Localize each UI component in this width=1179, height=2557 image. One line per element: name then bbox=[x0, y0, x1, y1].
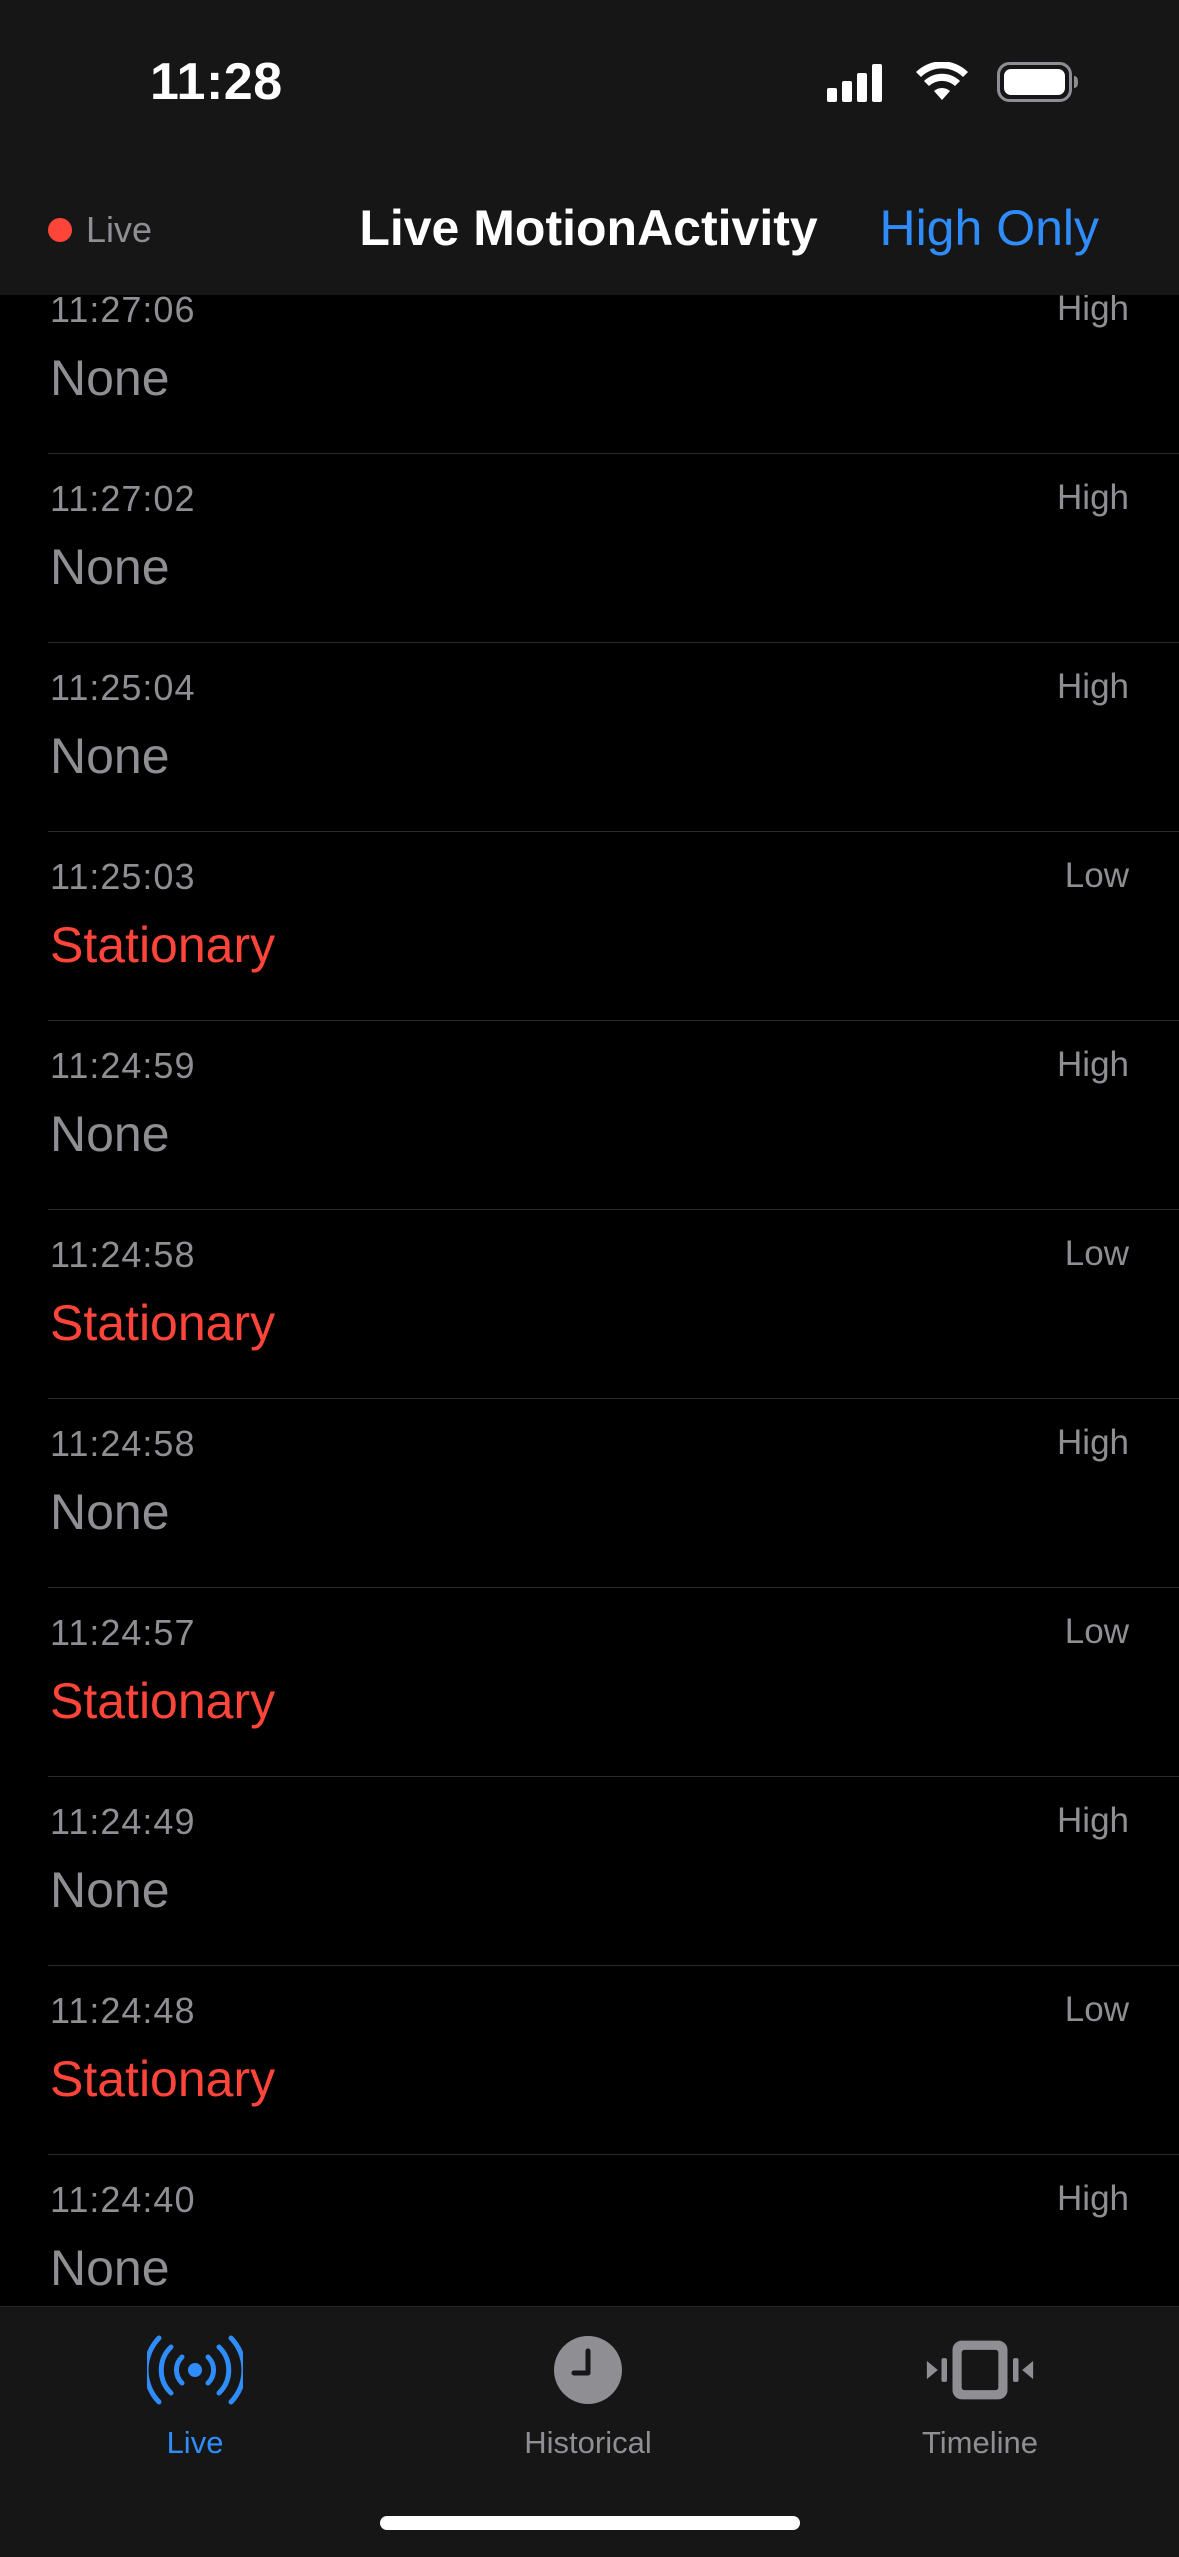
list-item[interactable]: 11:24:40 High None bbox=[48, 2155, 1179, 2305]
tab-timeline-label: Timeline bbox=[922, 2425, 1038, 2460]
entry-timestamp: 11:24:49 bbox=[50, 1801, 196, 1842]
entry-activity: None bbox=[50, 539, 170, 595]
entry-confidence: High bbox=[1057, 2179, 1129, 2218]
tab-live-label: Live bbox=[166, 2425, 224, 2460]
tab-timeline[interactable]: Timeline bbox=[830, 2325, 1130, 2461]
entry-timestamp: 11:24:58 bbox=[50, 1234, 196, 1275]
entry-timestamp: 11:24:40 bbox=[50, 2179, 196, 2220]
home-indicator[interactable] bbox=[380, 2516, 800, 2530]
status-bar: 11:28 bbox=[0, 0, 1179, 175]
list-item[interactable]: 11:24:49 High None bbox=[48, 1777, 1179, 1966]
list-item[interactable]: 11:27:02 High None bbox=[48, 454, 1179, 643]
cellular-signal-icon bbox=[827, 62, 887, 107]
entry-timestamp: 11:24:57 bbox=[50, 1612, 196, 1653]
entry-timestamp: 11:27:02 bbox=[50, 478, 196, 519]
list-item[interactable]: 11:24:59 High None bbox=[48, 1021, 1179, 1210]
entry-activity: None bbox=[50, 350, 170, 406]
list-item[interactable]: 11:24:58 Low Stationary bbox=[48, 1210, 1179, 1399]
status-icons bbox=[827, 61, 1079, 107]
entry-timestamp: 11:24:58 bbox=[50, 1423, 196, 1464]
entry-activity: None bbox=[50, 1106, 170, 1162]
entry-timestamp: 11:24:48 bbox=[50, 1990, 196, 2031]
clock-icon bbox=[533, 2325, 643, 2415]
entry-confidence: High bbox=[1057, 667, 1129, 706]
list-item[interactable]: 11:25:04 High None bbox=[48, 643, 1179, 832]
entry-activity: None bbox=[50, 2240, 170, 2296]
entry-confidence: Low bbox=[1064, 856, 1129, 895]
tab-historical[interactable]: Historical bbox=[438, 2325, 738, 2461]
nav-header: Live Live MotionActivity High Only bbox=[0, 175, 1179, 296]
list-item[interactable]: 11:24:57 Low Stationary bbox=[48, 1588, 1179, 1777]
entry-confidence: High bbox=[1057, 295, 1129, 328]
tab-live[interactable]: Live bbox=[45, 2325, 345, 2461]
entry-activity: Stationary bbox=[50, 917, 276, 973]
entry-activity: None bbox=[50, 1484, 170, 1540]
entry-timestamp: 11:25:04 bbox=[50, 667, 196, 708]
status-time: 11:28 bbox=[150, 53, 283, 111]
list-item[interactable]: 11:27:06 High None bbox=[48, 295, 1179, 454]
list-item[interactable]: 11:24:58 High None bbox=[48, 1399, 1179, 1588]
entry-timestamp: 11:27:06 bbox=[50, 295, 196, 330]
page-title-text: Live MotionActivity bbox=[359, 200, 818, 256]
entry-activity: None bbox=[50, 1862, 170, 1918]
entry-activity: Stationary bbox=[50, 1673, 276, 1729]
entry-confidence: High bbox=[1057, 478, 1129, 517]
entry-confidence: Low bbox=[1064, 1234, 1129, 1273]
entry-confidence: Low bbox=[1064, 1990, 1129, 2029]
entry-activity: Stationary bbox=[50, 2051, 276, 2107]
entry-confidence: High bbox=[1057, 1423, 1129, 1462]
entry-confidence: High bbox=[1057, 1801, 1129, 1840]
list-item[interactable]: 11:24:48 Low Stationary bbox=[48, 1966, 1179, 2155]
phone-vibrate-icon bbox=[925, 2325, 1035, 2415]
activity-list[interactable]: 11:27:06 High None 11:27:02 High None 11:25:04… bbox=[0, 295, 1179, 2305]
entry-timestamp: 11:25:03 bbox=[50, 856, 196, 897]
entry-timestamp: 11:24:59 bbox=[50, 1045, 196, 1086]
entry-confidence: High bbox=[1057, 1045, 1129, 1084]
high-only-filter-button[interactable]: High Only bbox=[879, 199, 1099, 257]
entry-activity: Stationary bbox=[50, 1295, 276, 1351]
wifi-icon bbox=[915, 61, 969, 107]
list-item[interactable]: 11:25:03 Low Stationary bbox=[48, 832, 1179, 1021]
entry-confidence: Low bbox=[1064, 1612, 1129, 1651]
entry-activity: None bbox=[50, 728, 170, 784]
tab-historical-label: Historical bbox=[524, 2425, 652, 2460]
broadcast-icon bbox=[140, 2325, 250, 2415]
battery-icon bbox=[997, 62, 1079, 107]
